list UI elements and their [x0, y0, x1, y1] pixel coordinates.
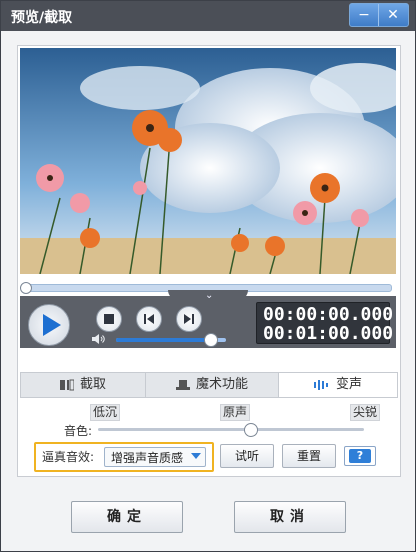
total-time: 00:01:00.000 — [263, 323, 394, 344]
close-button[interactable]: ✕ — [379, 4, 407, 26]
time-display: 00:00:00.000 00:01:00.000 — [256, 302, 394, 344]
current-time: 00:00:00.000 — [263, 304, 394, 325]
tone-original-label: 原声 — [220, 404, 251, 421]
tab-crop-label: 截取 — [79, 377, 106, 392]
tab-voice-label: 变声 — [335, 377, 362, 392]
seek-handle[interactable] — [20, 282, 32, 294]
tab-magic-label: 魔术功能 — [195, 377, 248, 392]
magic-hat-icon — [175, 379, 190, 390]
effect-label: 逼真音效: — [42, 450, 95, 464]
volume-fill — [116, 338, 210, 342]
help-icon: ? — [349, 449, 371, 463]
effect-dropdown[interactable]: 增强声音质感 — [104, 447, 206, 467]
dropdown-arrow-icon — [191, 453, 201, 459]
play-button[interactable] — [28, 304, 70, 346]
tone-label: 音色: — [64, 424, 93, 438]
cancel-button[interactable]: 取消 — [234, 501, 346, 533]
video-preview[interactable] — [20, 48, 396, 274]
window-controls: − ✕ — [349, 3, 409, 27]
stop-button[interactable] — [96, 306, 122, 332]
realistic-effect-group: 逼真音效: 增强声音质感 — [34, 442, 214, 472]
previous-frame-icon — [144, 314, 154, 324]
tone-slider[interactable] — [98, 423, 364, 437]
volume-icon[interactable] — [92, 334, 106, 344]
volume-slider[interactable] — [116, 333, 226, 347]
chevron-down-icon[interactable]: ⌄ — [205, 290, 213, 301]
feature-tabs: 截取 魔术功能 变声 — [20, 372, 398, 398]
window-title: 预览/截取 — [11, 10, 73, 26]
titlebar: 预览/截取 − ✕ — [1, 1, 415, 31]
tab-crop[interactable]: 截取 — [21, 373, 146, 397]
preview-crop-window: 预览/截取 − ✕ ⌄ 00:00:00.000 00:01:00.000 截取… — [0, 0, 416, 552]
volume-handle[interactable] — [203, 333, 218, 347]
tab-magic[interactable]: 魔术功能 — [146, 373, 279, 397]
video-frame-image — [20, 48, 396, 274]
main-content: ⌄ 00:00:00.000 00:01:00.000 截取 魔术功能 变声 低… — [17, 45, 401, 477]
next-frame-icon — [184, 314, 194, 324]
reset-button[interactable]: 重置 — [282, 444, 336, 468]
play-icon — [43, 314, 61, 336]
tab-voice-change[interactable]: 变声 — [279, 373, 397, 397]
player-controls: ⌄ 00:00:00.000 00:01:00.000 — [20, 290, 396, 348]
voice-change-panel: 低沉 原声 尖锐 音色: 逼真音效: 增强声音质感 试听 重置 ? — [20, 398, 396, 472]
tone-low-label: 低沉 — [90, 404, 121, 421]
minimize-button[interactable]: − — [350, 4, 379, 26]
crop-icon — [59, 379, 74, 390]
tone-sharp-label: 尖锐 — [350, 404, 381, 421]
effect-selected-value: 增强声音质感 — [111, 451, 184, 465]
stop-icon — [104, 314, 114, 324]
sound-wave-icon — [313, 379, 328, 390]
listen-button[interactable]: 试听 — [220, 444, 274, 468]
ok-button[interactable]: 确定 — [71, 501, 183, 533]
next-frame-button[interactable] — [176, 306, 202, 332]
tone-handle[interactable] — [243, 423, 258, 437]
help-button[interactable]: ? — [344, 446, 376, 466]
previous-frame-button[interactable] — [136, 306, 162, 332]
